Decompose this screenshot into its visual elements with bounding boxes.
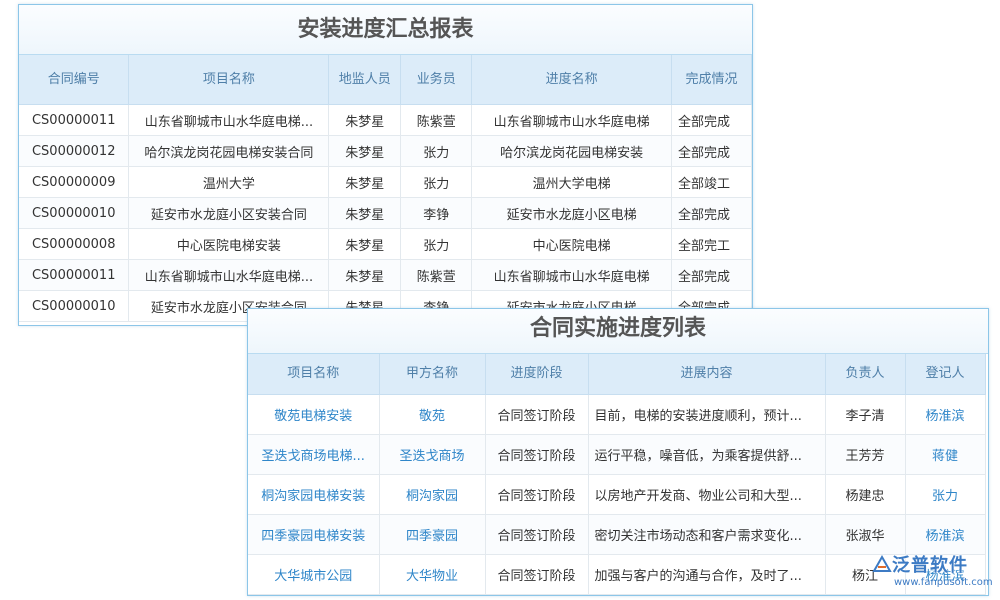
column-header-stage[interactable]: 进度阶段 [485,354,589,395]
cell-completion: 全部完成 [671,197,752,229]
cell-client-name-link[interactable]: 敬苑 [379,394,486,435]
cell-stage: 合同签订阶段 [485,474,589,515]
cell-progress-name: 山东省聊城市山水华庭电梯 [471,104,673,136]
cell-supervisor: 朱梦星 [328,197,402,229]
cell-client-name-link[interactable]: 四季豪园 [379,514,486,555]
installation-progress-table: 合同编号 项目名称 地监人员 业务员 进度名称 完成情况 CS00000011 山… [19,55,752,322]
cell-contract-no: CS00000010 [19,290,130,322]
cell-owner: 张淑华 [825,514,906,555]
cell-supervisor: 朱梦星 [328,259,402,291]
cell-completion: 全部完成 [671,104,752,136]
cell-project-name-link[interactable]: 圣迭戈商场电梯... [248,434,380,475]
cell-stage: 合同签订阶段 [485,394,589,435]
cell-registrar-link[interactable]: 蒋健 [905,434,986,475]
cell-progress-content: 加强与客户的沟通与合作，及时了... [588,554,826,595]
cell-client-name-link[interactable]: 圣迭戈商场 [379,434,486,475]
cell-contract-no: CS00000010 [19,197,130,229]
cell-progress-name: 山东省聊城市山水华庭电梯 [471,259,673,291]
cell-project-name-link[interactable]: 四季豪园电梯安装 [248,514,380,555]
brand-watermark: 泛普软件 www.fanpusoft.com [872,553,993,597]
cell-progress-content: 运行平稳，噪音低，为乘客提供舒... [588,434,826,475]
cell-progress-content: 以房地产开发商、物业公司和大型... [588,474,826,515]
cell-project-name-link[interactable]: 大华城市公园 [248,554,380,595]
cell-completion: 全部完成 [671,259,752,291]
cell-stage: 合同签订阶段 [485,434,589,475]
column-header-registrar[interactable]: 登记人 [905,354,986,395]
watermark-brand: 泛普软件 [892,555,968,576]
cell-project-name: 温州大学 [128,166,330,198]
cell-progress-name: 哈尔滨龙岗花园电梯安装 [471,135,673,167]
cell-registrar-link[interactable]: 杨淮滨 [905,394,986,435]
cell-progress-name: 中心医院电梯 [471,228,673,260]
table-row[interactable]: CS00000010延安市水龙庭小区安装合同朱梦星李铮延安市水龙庭小区电梯全部完… [19,197,752,229]
panel-title: 合同实施进度列表 [248,309,988,354]
cell-client-name-link[interactable]: 大华物业 [379,554,486,595]
cell-supervisor: 朱梦星 [328,166,402,198]
cell-project-name: 中心医院电梯安装 [128,228,330,260]
cell-contract-no: CS00000011 [19,259,130,291]
cell-progress-name: 延安市水龙庭小区电梯 [471,197,673,229]
cell-salesperson: 张力 [400,228,473,260]
column-header-salesperson[interactable]: 业务员 [400,55,473,105]
column-header-supervisor[interactable]: 地监人员 [328,55,402,105]
column-header-progress-name[interactable]: 进度名称 [471,55,673,105]
cell-salesperson: 张力 [400,166,473,198]
cell-owner: 李子清 [825,394,906,435]
cell-stage: 合同签订阶段 [485,554,589,595]
column-header-completion[interactable]: 完成情况 [671,55,752,105]
panel-title: 安装进度汇总报表 [19,5,752,55]
watermark-url: www.fanpusoft.com [894,577,993,588]
cell-project-name: 山东省聊城市山水华庭电梯... [128,259,330,291]
table-row[interactable]: CS00000008 中心医院电梯安装 朱梦星 张力 中心医院电梯 全部完工 [19,228,752,260]
table-row[interactable]: CS00000011 山东省聊城市山水华庭电梯... 朱梦星 陈紫萱 山东省聊城市山水华… [19,259,752,291]
cell-progress-content: 密切关注市场动态和客户需求变化... [588,514,826,555]
table-row[interactable]: 圣迭戈商场电梯... 圣迭戈商场 合同签订阶段 运行平稳，噪音低，为乘客提供舒... 王… [248,434,986,475]
cell-salesperson: 陈紫萱 [400,259,473,291]
cell-supervisor: 朱梦星 [328,104,402,136]
cell-progress-name: 温州大学电梯 [471,166,673,198]
table-row[interactable]: CS00000009 温州大学 朱梦星 张力 温州大学电梯 全部竣工 [19,166,752,198]
fanpu-logo-icon [872,555,892,572]
column-header-client-name[interactable]: 甲方名称 [379,354,486,395]
cell-project-name-link[interactable]: 敬苑电梯安装 [248,394,380,435]
cell-stage: 合同签订阶段 [485,514,589,555]
cell-salesperson: 陈紫萱 [400,104,473,136]
table-header-row: 项目名称 甲方名称 进度阶段 进展内容 负责人 登记人 [248,354,986,395]
cell-supervisor: 朱梦星 [328,135,402,167]
cell-project-name: 哈尔滨龙岗花园电梯安装合同 [128,135,330,167]
column-header-progress-content[interactable]: 进展内容 [588,354,826,395]
cell-progress-content: 目前，电梯的安装进度顺利，预计... [588,394,826,435]
cell-completion: 全部完成 [671,135,752,167]
table-row[interactable]: 敬苑电梯安装 敬苑 合同签订阶段 目前，电梯的安装进度顺利，预计... 李子清 杨淮滨 [248,394,986,435]
installation-progress-summary-panel: 安装进度汇总报表 合同编号 项目名称 地监人员 业务员 进度名称 完成情况 CS… [18,4,753,326]
column-header-project-name[interactable]: 项目名称 [248,354,380,395]
cell-owner: 杨建忠 [825,474,906,515]
cell-contract-no: CS00000012 [19,135,130,167]
table-row[interactable]: CS00000012 哈尔滨龙岗花园电梯安装合同 朱梦星 张力 哈尔滨龙岗花园电梯安装全… [19,135,752,167]
table-row[interactable]: 四季豪园电梯安装 四季豪园 合同签订阶段 密切关注市场动态和客户需求变化... 张淑华杨… [248,514,986,555]
cell-project-name: 山东省聊城市山水华庭电梯... [128,104,330,136]
cell-completion: 全部完工 [671,228,752,260]
cell-contract-no: CS00000009 [19,166,130,198]
column-header-owner[interactable]: 负责人 [825,354,906,395]
cell-registrar-link[interactable]: 张力 [905,474,986,515]
table-row[interactable]: CS00000011 山东省聊城市山水华庭电梯... 朱梦星 陈紫萱 山东省聊城市山水华… [19,104,752,136]
table-header-row: 合同编号 项目名称 地监人员 业务员 进度名称 完成情况 [19,55,752,105]
cell-project-name-link[interactable]: 桐沟家园电梯安装 [248,474,380,515]
column-header-project-name[interactable]: 项目名称 [128,55,330,105]
cell-contract-no: CS00000008 [19,228,130,260]
cell-owner: 王芳芳 [825,434,906,475]
cell-salesperson: 张力 [400,135,473,167]
cell-registrar-link[interactable]: 杨淮滨 [905,514,986,555]
cell-project-name: 延安市水龙庭小区安装合同 [128,197,330,229]
cell-client-name-link[interactable]: 桐沟家园 [379,474,486,515]
cell-supervisor: 朱梦星 [328,228,402,260]
cell-contract-no: CS00000011 [19,104,130,136]
column-header-contract-no[interactable]: 合同编号 [19,55,130,105]
cell-completion: 全部竣工 [671,166,752,198]
table-row[interactable]: 桐沟家园电梯安装 桐沟家园 合同签订阶段 以房地产开发商、物业公司和大型... 杨建忠张… [248,474,986,515]
cell-salesperson: 李铮 [400,197,473,229]
